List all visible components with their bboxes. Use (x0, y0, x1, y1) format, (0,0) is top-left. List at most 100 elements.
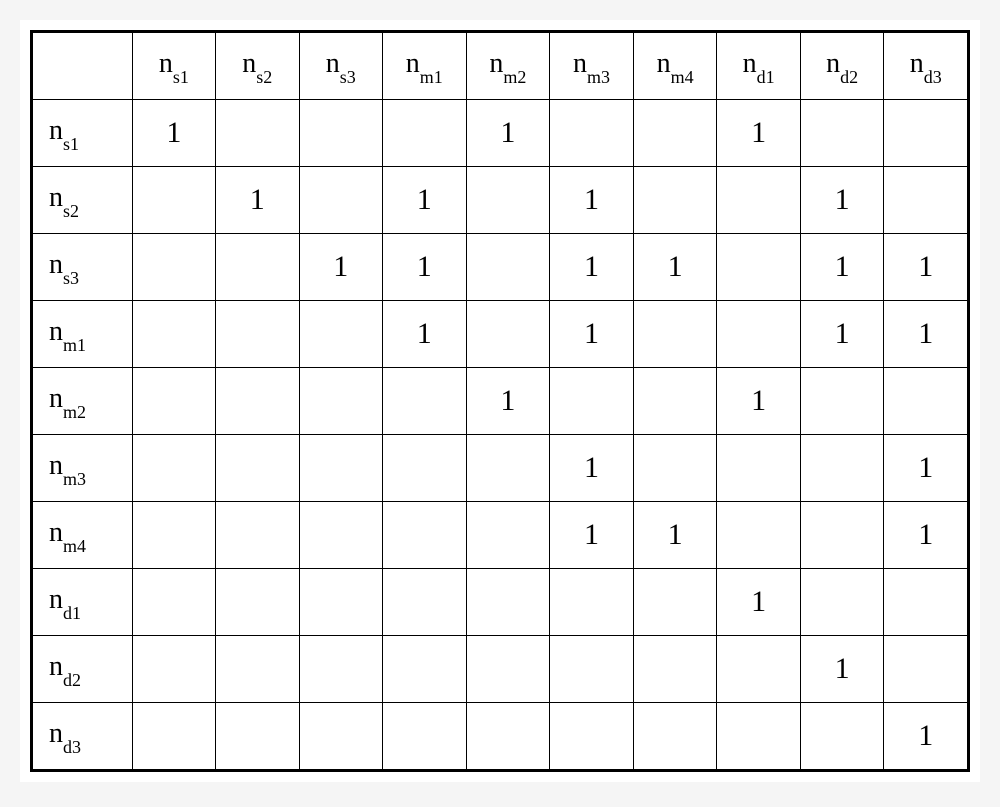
matrix-cell (382, 502, 466, 569)
matrix-cell: 1 (382, 301, 466, 368)
matrix-cell (717, 167, 800, 234)
matrix-cell (717, 502, 800, 569)
table-row: nm3 1 1 (32, 435, 969, 502)
matrix-cell: 1 (550, 435, 634, 502)
col-header-sub: m1 (420, 67, 443, 87)
row-header-sub: d2 (63, 670, 81, 690)
matrix-cell (800, 368, 883, 435)
matrix-cell-value: 1 (918, 518, 933, 551)
row-header-base: n (49, 115, 63, 146)
matrix-cell (717, 435, 800, 502)
matrix-cell (382, 100, 466, 167)
matrix-cell (132, 368, 215, 435)
matrix-cell (633, 368, 717, 435)
matrix-cell-value: 1 (918, 250, 933, 283)
col-header-sub: m2 (503, 67, 526, 87)
matrix-cell (216, 301, 299, 368)
table-row: nm211 (32, 368, 969, 435)
matrix-cell-value: 1 (751, 585, 766, 618)
table-body: ns1111ns21111ns3111111nm11111nm211nm311n… (32, 100, 969, 771)
row-header: ns1 (32, 100, 133, 167)
row-header-sub: s1 (63, 134, 79, 154)
row-header: nd1 (32, 569, 133, 636)
row-header-base: n (49, 249, 63, 280)
col-header: ns3 (299, 32, 382, 100)
matrix-cell (216, 234, 299, 301)
matrix-cell: 1 (550, 502, 634, 569)
matrix-cell (550, 703, 634, 771)
row-header-base: n (49, 383, 63, 414)
matrix-cell: 1 (800, 301, 883, 368)
matrix-cell: 1 (884, 301, 969, 368)
row-header-base: n (49, 182, 63, 213)
col-header-sub: d2 (840, 67, 858, 87)
matrix-cell (550, 569, 634, 636)
matrix-cell (550, 368, 634, 435)
col-header: nd3 (884, 32, 969, 100)
matrix-cell (633, 569, 717, 636)
matrix-cell (466, 167, 550, 234)
matrix-cell (466, 301, 550, 368)
col-header: nd2 (800, 32, 883, 100)
col-header: nm1 (382, 32, 466, 100)
matrix-cell-value: 1 (584, 518, 599, 551)
col-header-sub: d1 (757, 67, 775, 87)
matrix-cell (299, 167, 382, 234)
row-header-sub: m2 (63, 402, 86, 422)
matrix-cell (466, 234, 550, 301)
matrix-cell (717, 636, 800, 703)
matrix-cell: 1 (550, 167, 634, 234)
row-header: nm4 (32, 502, 133, 569)
matrix-cell (382, 368, 466, 435)
col-header-base: n (159, 48, 173, 79)
matrix-cell-value: 1 (918, 317, 933, 350)
matrix-cell-value: 1 (668, 250, 683, 283)
matrix-cell (382, 569, 466, 636)
matrix-cell (216, 636, 299, 703)
matrix-cell: 1 (132, 100, 215, 167)
header-row: ns1ns2ns3nm1nm2nm3nm4nd1nd2nd3 (32, 32, 969, 100)
matrix-cell (717, 703, 800, 771)
matrix-cell: 1 (466, 368, 550, 435)
col-header-base: n (406, 48, 420, 79)
col-header-base: n (743, 48, 757, 79)
matrix-cell (800, 569, 883, 636)
matrix-cell: 1 (550, 234, 634, 301)
row-header-base: n (49, 651, 63, 682)
col-header-sub: d3 (924, 67, 942, 87)
table-row: nd1 1 (32, 569, 969, 636)
adjacency-matrix-table: ns1ns2ns3nm1nm2nm3nm4nd1nd2nd3 ns1111ns2… (30, 30, 970, 772)
matrix-cell-value: 1 (668, 518, 683, 551)
matrix-cell-value: 1 (918, 451, 933, 484)
matrix-cell (382, 636, 466, 703)
matrix-cell (132, 502, 215, 569)
matrix-cell-value: 1 (250, 183, 265, 216)
row-header: nm3 (32, 435, 133, 502)
matrix-cell (216, 703, 299, 771)
row-header-base: n (49, 316, 63, 347)
matrix-cell (382, 435, 466, 502)
col-header: nm4 (633, 32, 717, 100)
matrix-cell (299, 703, 382, 771)
row-header: ns3 (32, 234, 133, 301)
matrix-cell-value: 1 (835, 183, 850, 216)
matrix-cell: 1 (800, 636, 883, 703)
matrix-cell (466, 502, 550, 569)
col-header-base: n (910, 48, 924, 79)
row-header-sub: s2 (63, 201, 79, 221)
matrix-cell (132, 301, 215, 368)
matrix-cell (884, 569, 969, 636)
matrix-cell-value: 1 (918, 719, 933, 752)
matrix-cell (466, 703, 550, 771)
matrix-cell-value: 1 (584, 317, 599, 350)
matrix-cell: 1 (382, 167, 466, 234)
matrix-cell-value: 1 (166, 116, 181, 149)
col-header: ns1 (132, 32, 215, 100)
matrix-cell (216, 100, 299, 167)
matrix-cell (132, 167, 215, 234)
matrix-cell-value: 1 (417, 183, 432, 216)
matrix-cell (633, 703, 717, 771)
row-header: nd3 (32, 703, 133, 771)
matrix-cell (633, 167, 717, 234)
row-header-sub: d1 (63, 603, 81, 623)
